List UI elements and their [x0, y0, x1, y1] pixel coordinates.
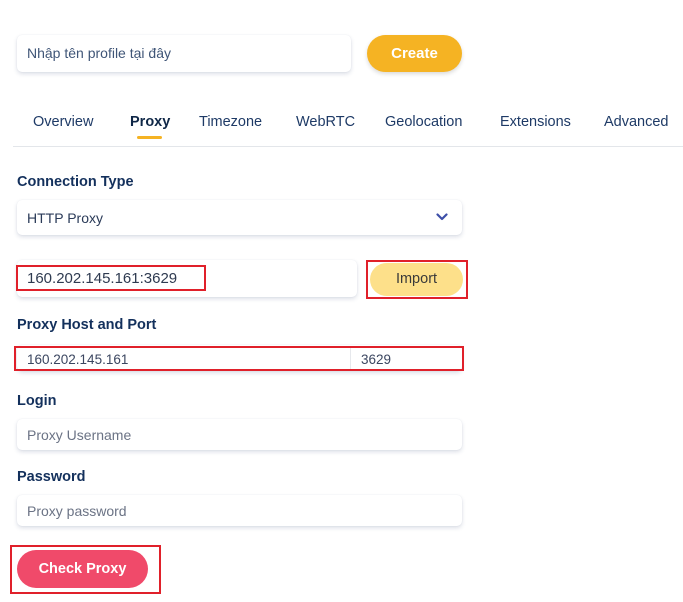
connection-type-value: HTTP Proxy: [27, 210, 103, 226]
tab-advanced[interactable]: Advanced: [604, 114, 669, 130]
proxy-import-input[interactable]: 160.202.145.161:3629: [17, 260, 357, 297]
password-label: Password: [17, 469, 86, 485]
import-button[interactable]: Import: [370, 263, 463, 296]
proxy-username-input[interactable]: Proxy Username: [17, 419, 462, 450]
profile-name-input[interactable]: Nhập tên profile tại đây: [17, 35, 351, 72]
check-proxy-button[interactable]: Check Proxy: [17, 550, 148, 588]
proxy-host-port-label: Proxy Host and Port: [17, 317, 157, 333]
login-label: Login: [17, 393, 57, 409]
proxy-password-input[interactable]: Proxy password: [17, 495, 462, 526]
create-button[interactable]: Create: [367, 35, 462, 72]
proxy-port-input[interactable]: 3629: [351, 345, 462, 371]
tab-geolocation[interactable]: Geolocation: [385, 114, 462, 130]
proxy-import-value: 160.202.145.161:3629: [27, 270, 178, 287]
proxy-host-value: 160.202.145.161: [27, 352, 129, 367]
import-label: Import: [395, 271, 438, 287]
tab-active-underline: [137, 136, 162, 139]
tab-timezone[interactable]: Timezone: [199, 114, 262, 130]
tab-proxy[interactable]: Proxy: [130, 114, 170, 130]
connection-type-select[interactable]: HTTP Proxy: [17, 200, 462, 235]
proxy-port-value: 3629: [361, 352, 392, 367]
proxy-password-placeholder: Proxy password: [27, 503, 127, 519]
check-proxy-label: Check Proxy: [38, 561, 127, 577]
proxy-host-input[interactable]: 160.202.145.161: [17, 345, 350, 371]
profile-name-placeholder: Nhập tên profile tại đây: [27, 45, 171, 61]
tab-webrtc[interactable]: WebRTC: [296, 114, 355, 130]
proxy-username-placeholder: Proxy Username: [27, 427, 132, 443]
tab-extensions[interactable]: Extensions: [500, 114, 571, 130]
chevron-down-icon: [436, 213, 448, 221]
tab-overview[interactable]: Overview: [33, 114, 93, 130]
create-label: Create: [391, 45, 438, 62]
connection-type-label: Connection Type: [17, 174, 134, 190]
tab-divider: [13, 146, 683, 147]
proxy-host-port-group: 160.202.145.161 3629: [17, 345, 462, 371]
